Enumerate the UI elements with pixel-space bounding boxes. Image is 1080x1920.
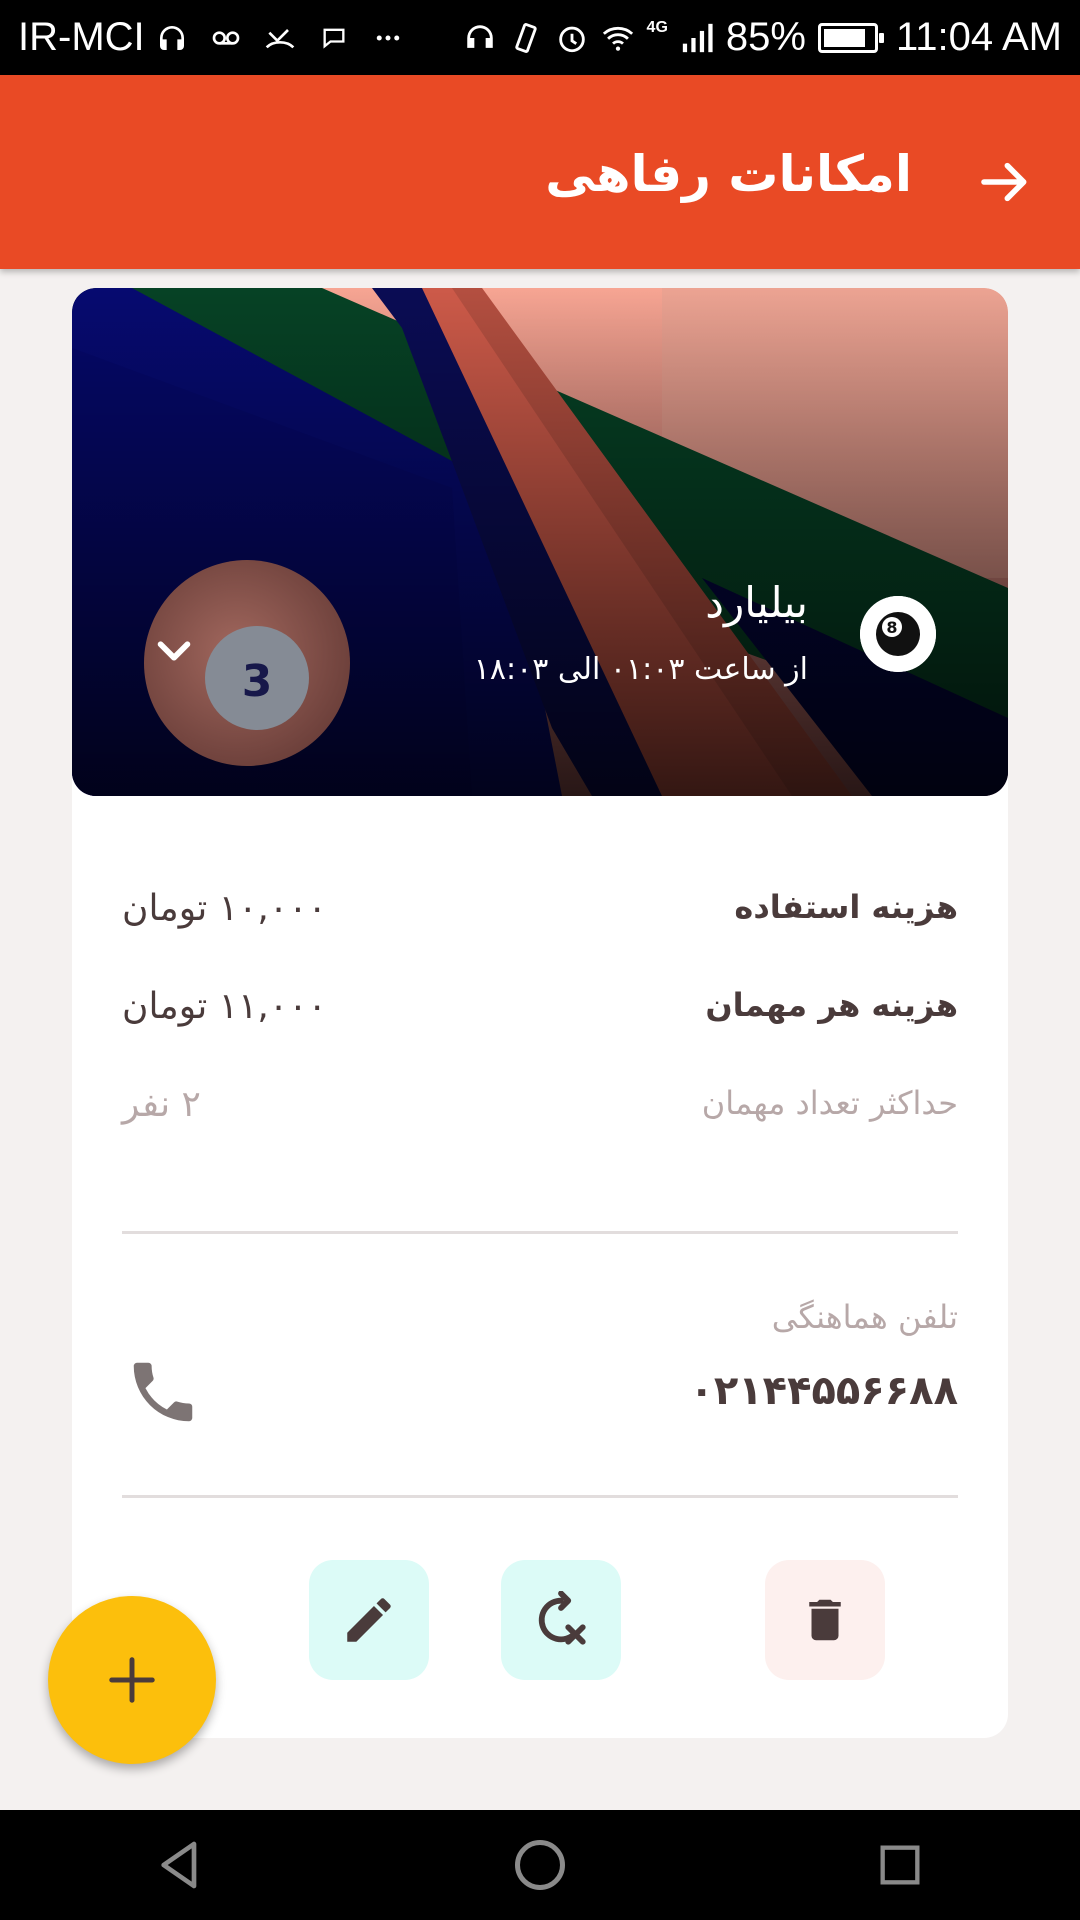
vibrate-icon — [509, 21, 543, 55]
battery-icon — [817, 22, 884, 53]
voicemail-icon — [209, 21, 243, 55]
pencil-icon — [347, 1598, 391, 1642]
nav-home-button[interactable] — [505, 1830, 575, 1900]
expand-button[interactable] — [142, 618, 206, 682]
call-button[interactable] — [124, 1353, 202, 1431]
refresh-cancel-icon — [538, 1591, 586, 1645]
ball-number: 3 — [242, 656, 273, 707]
status-bar: IR-MCI 4G 85% 11:04 AM — [0, 0, 1080, 75]
nav-recents-button[interactable] — [865, 1830, 935, 1900]
facility-card: 3 8 بیلیارد از ساعت ۰۱:۰۳ الی ۱۸:۰۳ هزین… — [72, 288, 1008, 1738]
eight-ball-number: 8 — [886, 618, 897, 637]
status-right: 4G 85% 11:04 AM — [463, 15, 1062, 60]
network-type: 4G — [646, 19, 668, 36]
billiard-ball-icon: 8 — [860, 596, 936, 672]
facility-hours: از ساعت ۰۱:۰۳ الی ۱۸:۰۳ — [473, 652, 808, 687]
edit-button[interactable] — [309, 1560, 429, 1680]
divider — [122, 1495, 958, 1498]
app-bar: امکانات رفاهی — [0, 75, 1080, 269]
facility-hero-image: 3 8 بیلیارد از ساعت ۰۱:۰۳ الی ۱۸:۰۳ — [72, 288, 1008, 796]
detail-row-max-guests: حداکثر تعداد مهمان ۲ نفر — [122, 1084, 958, 1125]
trash-icon — [809, 1599, 841, 1641]
nav-back-button[interactable] — [145, 1830, 215, 1900]
detail-value: ۲ نفر — [122, 1084, 201, 1125]
square-recents-icon — [880, 1845, 920, 1885]
delete-button[interactable] — [765, 1560, 885, 1680]
headset-icon — [155, 21, 189, 55]
disable-button[interactable] — [501, 1560, 621, 1680]
signal-icon — [680, 21, 714, 55]
detail-label: حداکثر تعداد مهمان — [701, 1084, 958, 1122]
chat-icon — [317, 21, 351, 55]
chevron-down-icon — [157, 641, 191, 661]
detail-row-guest-fee: هزینه هر مهمان ۱۱,۰۰۰ تومان — [122, 986, 958, 1027]
arrow-right-icon — [981, 162, 1027, 202]
back-button[interactable] — [970, 147, 1040, 217]
plus-icon — [109, 1657, 155, 1703]
more-icon — [371, 21, 405, 55]
battery-percent: 85% — [725, 15, 806, 59]
wifi-icon — [601, 21, 635, 55]
navigation-bar — [0, 1810, 1080, 1920]
headphones-icon — [463, 21, 497, 55]
notification-icons — [155, 21, 463, 55]
missed-call-icon — [263, 21, 297, 55]
detail-value: ۱۰,۰۰۰ تومان — [122, 888, 327, 929]
contact-label: تلفن هماهنگی — [771, 1298, 958, 1336]
contact-phone: ۰۲۱۴۴۵۵۶۶۸۸ — [689, 1368, 958, 1414]
detail-label: هزینه استفاده — [734, 888, 958, 926]
add-button[interactable] — [48, 1596, 216, 1764]
page-title: امکانات رفاهی — [545, 145, 912, 203]
carrier-name: IR-MCI — [18, 15, 145, 59]
detail-value: ۱۱,۰۰۰ تومان — [122, 986, 327, 1027]
alarm-icon — [555, 21, 589, 55]
triangle-back-icon — [161, 1841, 197, 1889]
detail-label: هزینه هر مهمان — [705, 986, 958, 1024]
circle-home-icon — [515, 1840, 565, 1890]
divider — [122, 1231, 958, 1234]
phone-icon — [133, 1362, 193, 1422]
facility-name: بیلیارد — [705, 578, 808, 627]
detail-row-usage-fee: هزینه استفاده ۱۰,۰۰۰ تومان — [122, 888, 958, 929]
clock: 11:04 AM — [895, 15, 1062, 59]
